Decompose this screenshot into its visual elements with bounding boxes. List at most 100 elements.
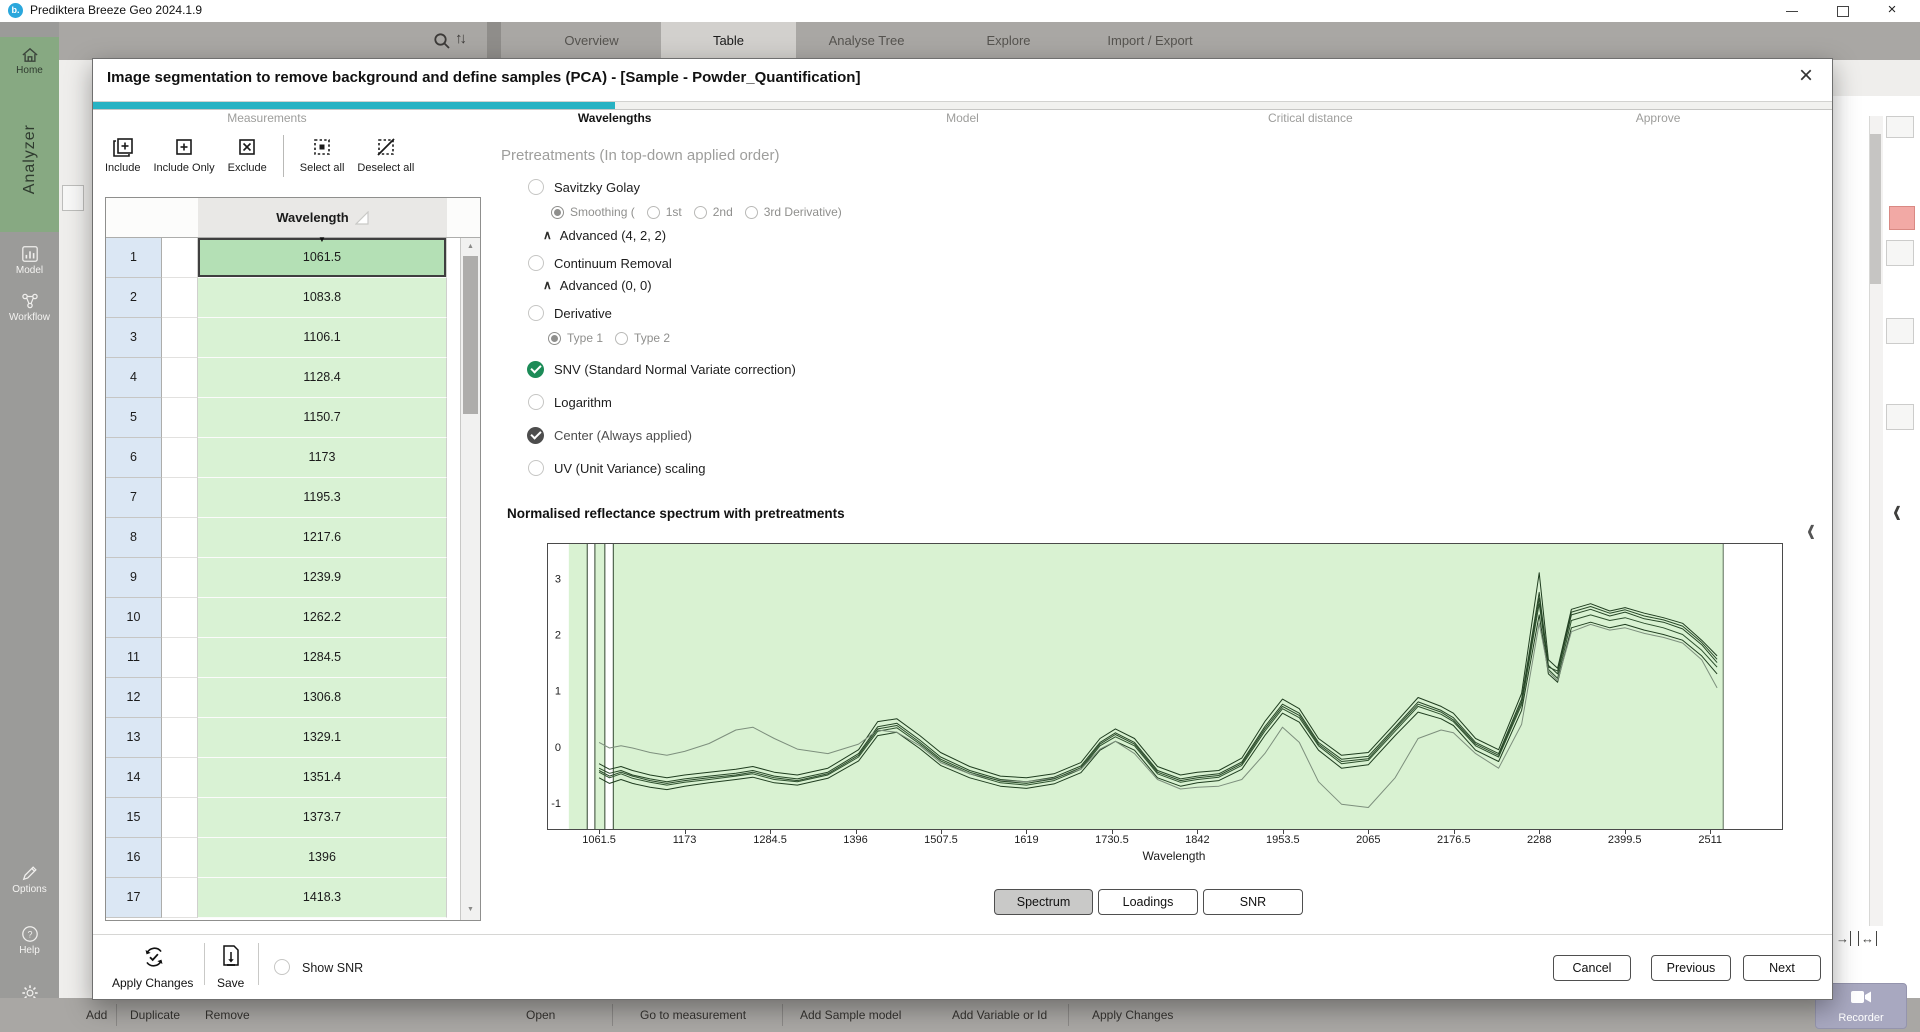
- table-row[interactable]: 16 1396: [106, 838, 460, 878]
- wavelength-cell[interactable]: 1061.5▼: [198, 238, 447, 278]
- row-number-cell[interactable]: 5: [106, 398, 162, 438]
- row-number-cell[interactable]: 6: [106, 438, 162, 478]
- bottom-toolbar-add[interactable]: Add: [86, 998, 107, 1032]
- wavelength-cell[interactable]: 1217.6: [198, 518, 447, 558]
- background-scrollbar-thumb[interactable]: [1870, 134, 1881, 284]
- bottom-toolbar-open[interactable]: Open: [526, 998, 555, 1032]
- wavelength-cell[interactable]: 1373.7: [198, 798, 447, 838]
- row-number-cell[interactable]: 14: [106, 758, 162, 798]
- row-number-cell[interactable]: 4: [106, 358, 162, 398]
- previous-button[interactable]: Previous: [1651, 955, 1731, 981]
- sort-icon[interactable]: ↑↓: [455, 30, 464, 47]
- wavelength-cell[interactable]: 1351.4: [198, 758, 447, 798]
- step-measurements[interactable]: Measurements: [93, 111, 441, 129]
- window-close-button[interactable]: ×: [1872, 0, 1912, 22]
- spectrum-button[interactable]: Spectrum: [994, 889, 1093, 915]
- save-label[interactable]: Save: [217, 976, 244, 990]
- wavelength-cell[interactable]: 1128.4: [198, 358, 447, 398]
- table-row[interactable]: 7 1195.3: [106, 478, 460, 518]
- wavelength-cell[interactable]: 1396: [198, 838, 447, 878]
- table-row[interactable]: 21083.8: [106, 278, 460, 318]
- table-scrollbar-thumb[interactable]: [463, 256, 478, 414]
- row-number-cell[interactable]: 13: [106, 718, 162, 758]
- tab-import-export[interactable]: Import / Export: [1080, 22, 1220, 60]
- savitzky-golay-option[interactable]: Savitzky Golay: [528, 177, 640, 197]
- include-button[interactable]: Include: [105, 135, 140, 174]
- row-number-cell[interactable]: 11: [106, 638, 162, 678]
- savitzky-advanced-toggle[interactable]: ∧ Advanced (4, 2, 2): [543, 225, 666, 245]
- show-snr-radio[interactable]: [274, 959, 290, 975]
- wavelength-cell[interactable]: 1418.3: [198, 878, 447, 918]
- bottom-toolbar-go-to-measurement[interactable]: Go to measurement: [640, 998, 746, 1032]
- table-row[interactable]: 8 1217.6: [106, 518, 460, 558]
- bottom-toolbar-add-sample-model[interactable]: Add Sample model: [800, 998, 901, 1032]
- uv-scaling-radio[interactable]: [528, 460, 544, 476]
- maximize-button[interactable]: [1822, 0, 1862, 22]
- wavelength-cell[interactable]: 1195.3: [198, 478, 447, 518]
- row-number-cell[interactable]: 17: [106, 878, 162, 918]
- snv-option[interactable]: SNV (Standard Normal Variate correction): [527, 359, 796, 379]
- table-row[interactable]: 31106.1: [106, 318, 460, 358]
- wavelength-cell[interactable]: 1150.7: [198, 398, 447, 438]
- wavelength-cell[interactable]: 1239.9: [198, 558, 447, 598]
- table-row[interactable]: 17 1418.3: [106, 878, 460, 918]
- dialog-close-button[interactable]: ×: [1791, 61, 1821, 91]
- step-critical-distance[interactable]: Critical distance: [1136, 111, 1484, 129]
- table-row[interactable]: 6 1173: [106, 438, 460, 478]
- table-row[interactable]: 101262.2: [106, 598, 460, 638]
- table-row[interactable]: 5 1150.7: [106, 398, 460, 438]
- smoothing-radio[interactable]: [551, 206, 564, 219]
- snv-checked-icon[interactable]: [527, 361, 544, 378]
- wavelength-cell[interactable]: 1106.1: [198, 318, 447, 358]
- sidebar-item-help[interactable]: ? Help: [0, 917, 59, 964]
- next-button[interactable]: Next: [1743, 955, 1821, 981]
- center-checked-icon[interactable]: [527, 427, 544, 444]
- row-number-cell[interactable]: 12: [106, 678, 162, 718]
- snr-button[interactable]: SNR: [1203, 889, 1303, 915]
- table-row[interactable]: 111284.5: [106, 638, 460, 678]
- wavelength-cell[interactable]: 1329.1: [198, 718, 447, 758]
- panel-collapse-chevron-icon[interactable]: ‹: [1807, 517, 1815, 545]
- row-number-cell[interactable]: 16: [106, 838, 162, 878]
- row-number-cell[interactable]: 7: [106, 478, 162, 518]
- table-row[interactable]: 13 1329.1: [106, 718, 460, 758]
- wavelength-cell[interactable]: 1083.8: [198, 278, 447, 318]
- step-approve[interactable]: Approve: [1484, 111, 1832, 129]
- table-row[interactable]: 15 1373.7: [106, 798, 460, 838]
- cancel-button[interactable]: Cancel: [1553, 955, 1631, 981]
- wavelength-cell[interactable]: 1306.8: [198, 678, 447, 718]
- table-row[interactable]: 14 1351.4: [106, 758, 460, 798]
- third-derivative-radio[interactable]: [745, 206, 758, 219]
- row-number-cell[interactable]: 15: [106, 798, 162, 838]
- uv-scaling-option[interactable]: UV (Unit Variance) scaling: [528, 458, 705, 478]
- row-number-cell[interactable]: 8: [106, 518, 162, 558]
- fit-width-icon[interactable]: ↔: [1858, 931, 1877, 946]
- sidebar-item-workflow[interactable]: Workflow: [0, 284, 59, 331]
- table-row[interactable]: 12 1306.8: [106, 678, 460, 718]
- wavelength-cell[interactable]: 1173: [198, 438, 447, 478]
- continuum-removal-radio[interactable]: [528, 255, 544, 271]
- apply-changes-button[interactable]: [141, 944, 167, 975]
- savitzky-golay-radio[interactable]: [528, 179, 544, 195]
- tab-overview[interactable]: Overview: [522, 22, 661, 60]
- wavelength-column-header[interactable]: Wavelength: [198, 198, 448, 238]
- type-2-radio[interactable]: [615, 332, 628, 345]
- wavelength-cell[interactable]: 1262.2: [198, 598, 447, 638]
- bottom-toolbar-remove[interactable]: Remove: [205, 998, 250, 1032]
- type-1-radio[interactable]: [548, 332, 561, 345]
- scroll-down-icon[interactable]: ▼: [461, 901, 480, 919]
- first-derivative-radio[interactable]: [647, 206, 660, 219]
- continuum-removal-option[interactable]: Continuum Removal: [528, 253, 672, 273]
- exclude-button[interactable]: Exclude: [228, 135, 267, 174]
- sidebar-item-home[interactable]: Home: [0, 37, 59, 86]
- tab-explore[interactable]: Explore: [937, 22, 1080, 60]
- deselect-all-button[interactable]: Deselect all: [357, 135, 414, 174]
- sidebar-item-options[interactable]: Options: [0, 856, 59, 903]
- search-icon[interactable]: [432, 31, 452, 51]
- loadings-button[interactable]: Loadings: [1098, 889, 1198, 915]
- table-scrollbar[interactable]: ▲ ▼: [460, 238, 481, 920]
- background-collapse-chevron-icon[interactable]: ‹: [1893, 498, 1901, 526]
- save-button[interactable]: [219, 944, 243, 975]
- logarithm-radio[interactable]: [528, 394, 544, 410]
- apply-changes-label[interactable]: Apply Changes: [112, 976, 193, 990]
